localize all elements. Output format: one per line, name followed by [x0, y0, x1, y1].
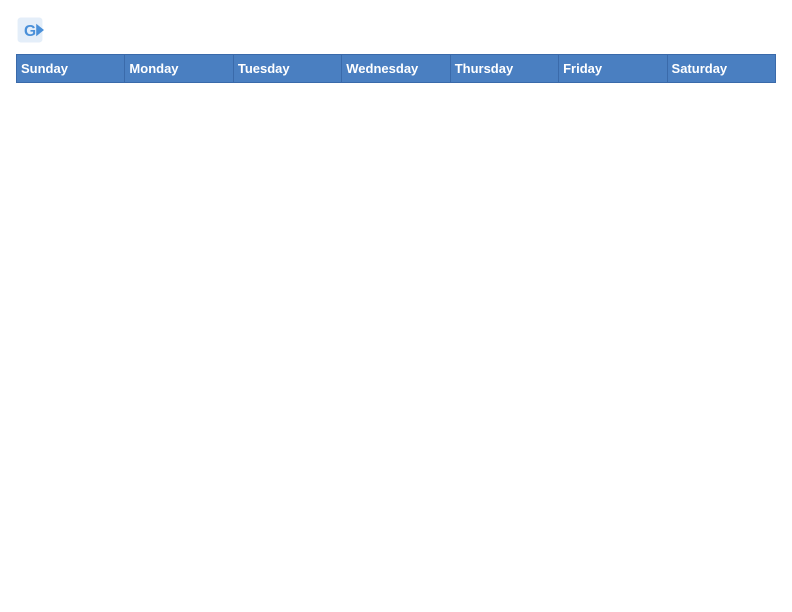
weekday-header-saturday: Saturday [667, 55, 775, 83]
weekday-header-sunday: Sunday [17, 55, 125, 83]
weekday-header-tuesday: Tuesday [233, 55, 341, 83]
weekday-header-thursday: Thursday [450, 55, 558, 83]
weekday-header-monday: Monday [125, 55, 233, 83]
svg-text:G: G [24, 23, 36, 40]
calendar-table: SundayMondayTuesdayWednesdayThursdayFrid… [16, 54, 776, 83]
weekday-header-wednesday: Wednesday [342, 55, 450, 83]
page-header: G [16, 16, 776, 44]
logo-icon: G [16, 16, 44, 44]
weekday-header-friday: Friday [559, 55, 667, 83]
calendar-header: SundayMondayTuesdayWednesdayThursdayFrid… [17, 55, 776, 83]
weekday-row: SundayMondayTuesdayWednesdayThursdayFrid… [17, 55, 776, 83]
logo: G [16, 16, 48, 44]
